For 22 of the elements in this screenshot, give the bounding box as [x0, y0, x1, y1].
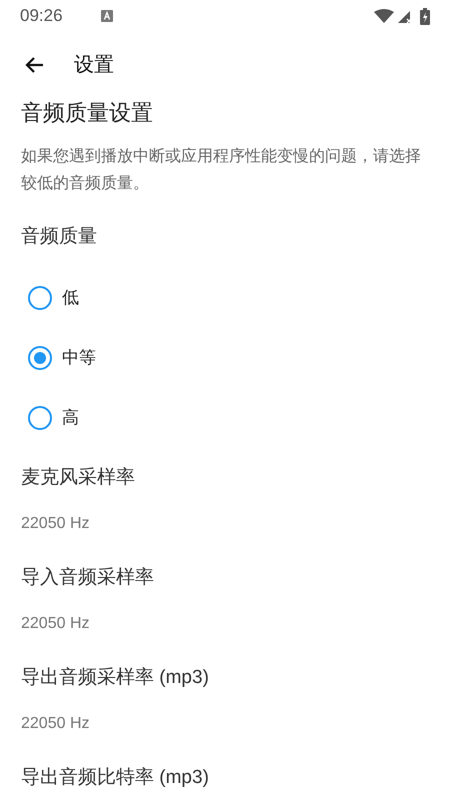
- setting-label: 音频质量: [21, 225, 98, 249]
- status-time: 09:26: [20, 5, 63, 28]
- option-label[interactable]: 中等: [62, 344, 96, 370]
- setting-value: 22050 Hz: [21, 714, 90, 734]
- setting-value: 22050 Hz: [21, 514, 90, 534]
- battery-icon: [420, 8, 430, 24]
- setting-title[interactable]: 导入音频采样率: [21, 564, 154, 592]
- toolbar-title: 设置: [74, 53, 114, 78]
- radio-button[interactable]: [28, 286, 52, 310]
- section-description: 如果您遇到播放中断或应用程序性能变慢的问题，请选择较低的音频质量。: [21, 146, 422, 194]
- section-title: 音频质量设置: [21, 99, 154, 127]
- option-label[interactable]: 低: [62, 284, 79, 310]
- setting-title[interactable]: 导出音频比特率 (mp3): [21, 764, 209, 792]
- setting-title[interactable]: 麦克风采样率: [21, 464, 135, 492]
- setting-value: 22050 Hz: [21, 614, 90, 634]
- cellular-signal-icon: [398, 9, 412, 23]
- keyboard-notification-icon: [100, 10, 113, 22]
- radio-button[interactable]: [28, 346, 52, 370]
- wifi-icon: [374, 9, 394, 23]
- option-label[interactable]: 高: [62, 404, 79, 430]
- radio-button[interactable]: [28, 406, 52, 430]
- setting-title[interactable]: 导出音频采样率 (mp3): [21, 664, 209, 692]
